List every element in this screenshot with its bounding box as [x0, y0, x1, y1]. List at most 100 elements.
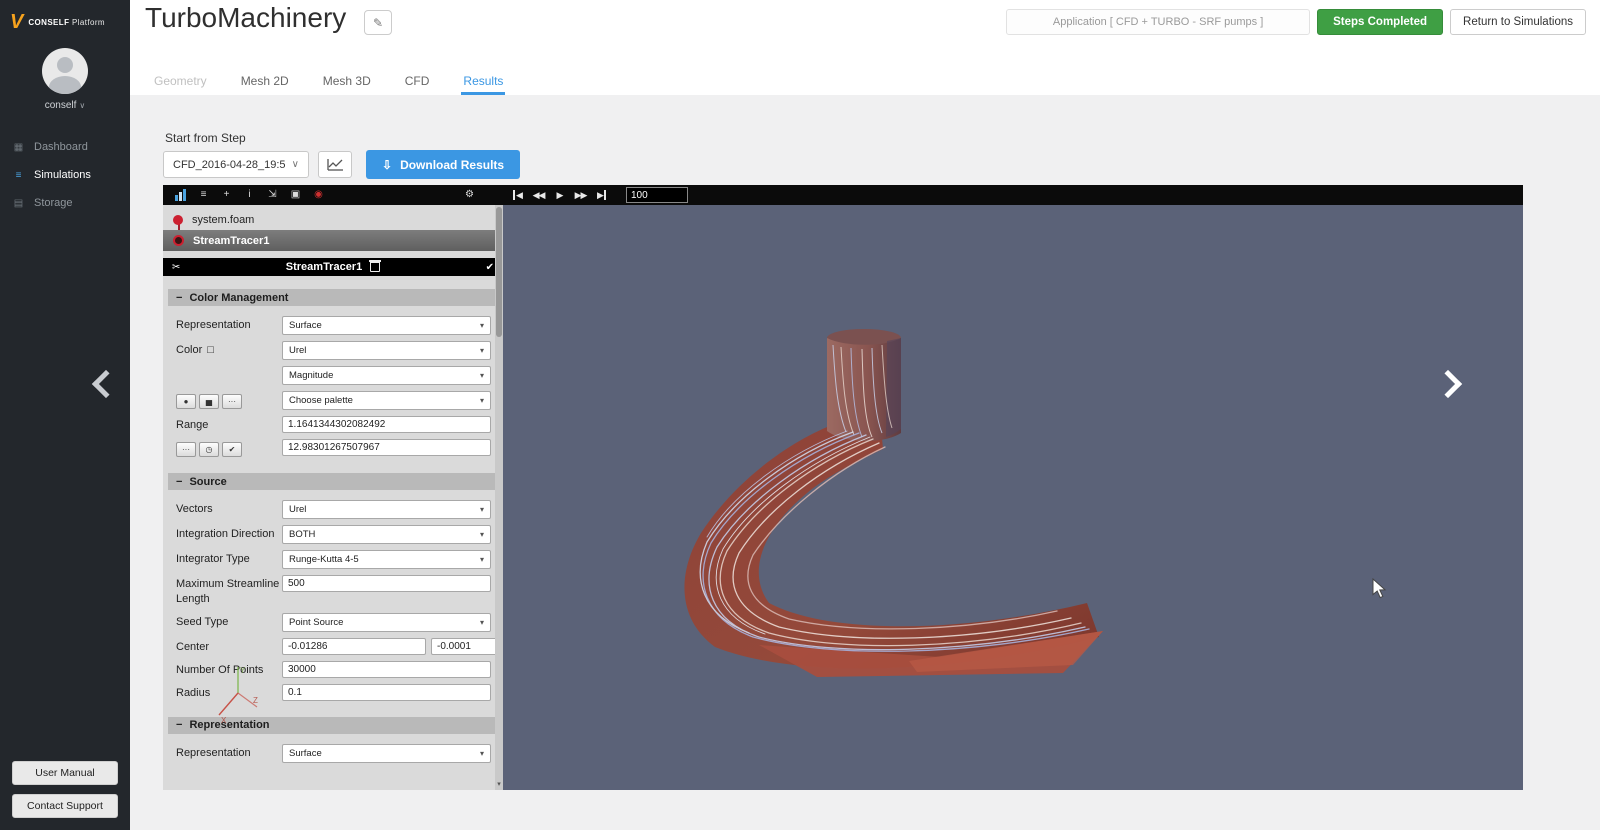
vectors-select[interactable]: Urel▾ — [282, 500, 491, 519]
scissors-icon[interactable]: ✂ — [172, 262, 180, 273]
section-label: Source — [189, 476, 226, 488]
section-color-management[interactable]: − Color Management — [168, 289, 498, 306]
select-value: Surface — [289, 320, 322, 331]
sidebar-item-label: Simulations — [34, 169, 91, 181]
info-icon[interactable]: i — [238, 185, 261, 205]
avatar[interactable] — [42, 48, 88, 94]
contact-support-button[interactable]: Contact Support — [12, 794, 118, 818]
download-results-button[interactable]: ⇩ Download Results — [366, 150, 520, 179]
check-icon: ✔ — [229, 445, 236, 454]
tab-mesh-2d[interactable]: Mesh 2D — [239, 68, 291, 95]
number-of-points-input[interactable] — [282, 661, 491, 678]
representation2-select[interactable]: Surface▾ — [282, 744, 491, 763]
more-colors-button[interactable]: ··· — [222, 394, 242, 409]
range-options-button[interactable]: ··· — [176, 442, 196, 457]
panel-scrollbar[interactable]: ▾ — [495, 205, 503, 790]
representation-select[interactable]: Surface▾ — [282, 316, 491, 335]
scrollbar-thumb[interactable] — [496, 207, 502, 337]
collapse-icon: − — [176, 719, 182, 731]
field-label: Seed Type — [176, 613, 282, 630]
scroll-down-icon[interactable]: ▾ — [495, 780, 503, 790]
download-icon: ⇩ — [382, 158, 392, 172]
last-frame-button[interactable]: ▶ — [591, 185, 612, 205]
sidebar-item-label: Storage — [34, 197, 73, 209]
apply-check-icon[interactable]: ✔ — [486, 262, 494, 273]
fullscreen-icon[interactable]: ⇲ — [261, 185, 284, 205]
max-streamline-row: Maximum Streamline Length — [163, 572, 503, 610]
field-label: Center — [176, 638, 282, 655]
return-to-simulations-button[interactable]: Return to Simulations — [1450, 9, 1586, 35]
rewind-button[interactable]: ◀◀ — [528, 185, 549, 205]
radius-input[interactable] — [282, 684, 491, 701]
vectors-row: Vectors Urel▾ — [163, 497, 503, 522]
range-max-input[interactable] — [282, 439, 491, 456]
section-source[interactable]: − Source — [168, 473, 498, 490]
application-field[interactable]: Application [ CFD + TURBO - SRF pumps ] — [1006, 9, 1310, 35]
color-row: Color □ Urel▾ — [163, 338, 503, 363]
sidebar-item-dashboard[interactable]: ▦ Dashboard — [0, 133, 130, 161]
select-value: Runge-Kutta 4-5 — [289, 554, 359, 565]
pipeline-tree-icon[interactable]: ≡ — [192, 185, 215, 205]
pipeline-item-label: system.foam — [192, 214, 254, 226]
integration-direction-select[interactable]: BOTH▾ — [282, 525, 491, 544]
chart-button[interactable] — [318, 151, 352, 178]
3d-viewport[interactable] — [503, 205, 1523, 790]
screenshot-icon[interactable]: ▣ — [284, 185, 307, 205]
record-icon[interactable]: ◉ — [307, 185, 330, 205]
sidebar-item-simulations[interactable]: ≡ Simulations — [0, 161, 130, 189]
apply-range-button[interactable]: ✔ — [222, 442, 242, 457]
colormap-button[interactable]: ▅ — [199, 394, 219, 409]
tab-mesh-3d[interactable]: Mesh 3D — [321, 68, 373, 95]
settings-gear-icon[interactable]: ⚙ — [458, 185, 481, 205]
dashboard-icon: ▦ — [12, 142, 25, 153]
step-select-value: CFD_2016-04-28_19:5 — [173, 159, 286, 171]
range-min-row: Range — [163, 413, 503, 436]
pipeline-item-streamtracer1[interactable]: StreamTracer1 — [163, 230, 503, 251]
section-label: Color Management — [189, 292, 288, 304]
user-manual-button[interactable]: User Manual — [12, 761, 118, 785]
integrator-type-select[interactable]: Runge-Kutta 4-5▾ — [282, 550, 491, 569]
edit-title-button[interactable]: ✎ — [364, 10, 392, 35]
tab-geometry[interactable]: Geometry — [152, 68, 209, 95]
rescale-icon[interactable]: □ — [207, 343, 214, 358]
seed-type-select[interactable]: Point Source▾ — [282, 613, 491, 632]
section-representation[interactable]: − Representation — [168, 717, 498, 734]
select-value: Magnitude — [289, 370, 333, 381]
properties-header: ✂ StreamTracer1 ✔ — [163, 258, 503, 276]
step-select[interactable]: CFD_2016-04-28_19:5 ∨ — [163, 151, 309, 178]
component-row: Magnitude▾ — [163, 363, 503, 388]
forward-button[interactable]: ▶▶ — [570, 185, 591, 205]
tab-results[interactable]: Results — [461, 68, 505, 95]
color-drop-button[interactable]: ● — [176, 394, 196, 409]
range-min-input[interactable] — [282, 416, 491, 433]
next-page-arrow[interactable] — [1438, 374, 1458, 399]
sidebar-item-storage[interactable]: ▤ Storage — [0, 189, 130, 217]
chevron-down-icon: ∨ — [79, 101, 85, 110]
field-label: Integrator Type — [176, 550, 282, 567]
trash-icon[interactable] — [370, 262, 380, 272]
range-max-row: ··· ◷ ✔ — [163, 436, 503, 460]
center-y-input[interactable] — [431, 638, 503, 655]
chevron-down-icon: ▾ — [480, 505, 484, 514]
first-frame-button[interactable]: ◀ — [507, 185, 528, 205]
field-label: Representation — [176, 316, 282, 333]
max-streamline-input[interactable] — [282, 575, 491, 592]
visualizer-logo-icon[interactable] — [169, 189, 192, 201]
frame-counter[interactable] — [626, 187, 688, 203]
tab-cfd[interactable]: CFD — [403, 68, 432, 95]
user-menu[interactable]: conself∨ — [0, 100, 130, 111]
component-select[interactable]: Magnitude▾ — [282, 366, 491, 385]
field-label: Color — [176, 343, 202, 358]
page-header: TurboMachinery ✎ Application [ CFD + TUR… — [130, 0, 1600, 96]
pipeline-item-system-foam[interactable]: system.foam — [163, 209, 503, 230]
center-row: Center — [163, 635, 503, 658]
add-source-icon[interactable]: + — [215, 185, 238, 205]
steps-completed-button[interactable]: Steps Completed — [1317, 9, 1443, 35]
color-array-select[interactable]: Urel▾ — [282, 341, 491, 360]
play-button[interactable]: ▶ — [549, 185, 570, 205]
center-x-input[interactable] — [282, 638, 426, 655]
choose-palette-select[interactable]: Choose palette▾ — [282, 391, 491, 410]
collapse-icon: − — [176, 292, 182, 304]
previous-page-arrow[interactable] — [96, 374, 116, 399]
rescale-time-button[interactable]: ◷ — [199, 442, 219, 457]
